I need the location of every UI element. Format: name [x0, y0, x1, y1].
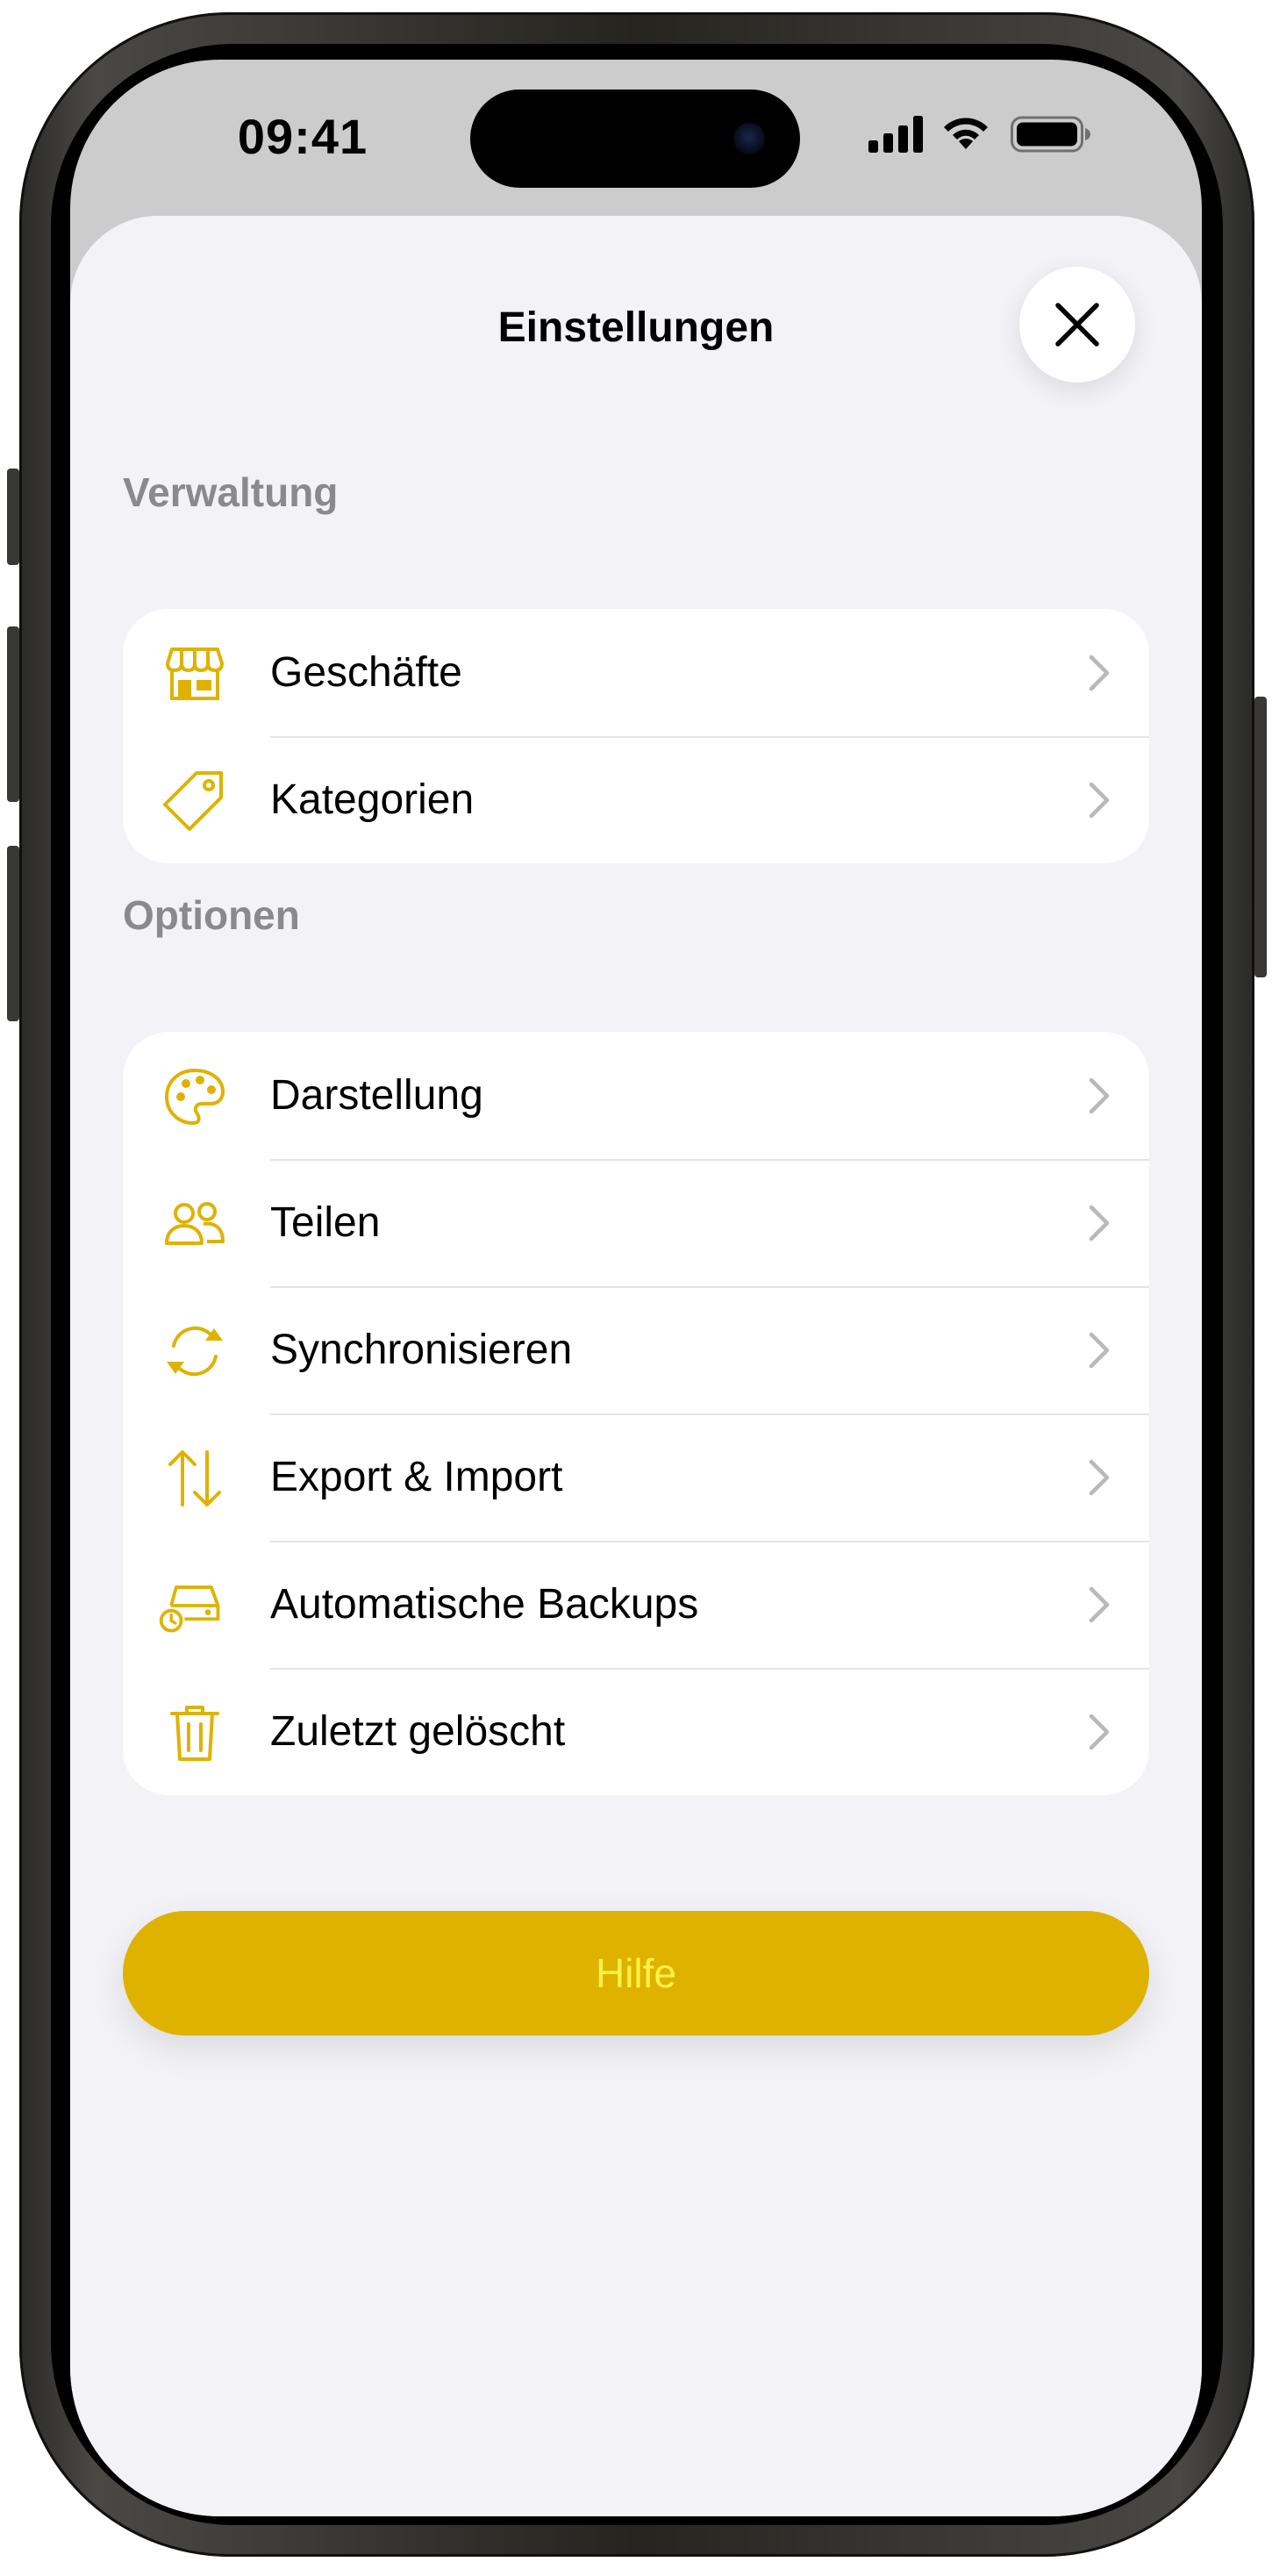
- volume-down-button: [7, 846, 19, 1021]
- tag-icon: [163, 769, 226, 833]
- chevron-right-icon: [1089, 1077, 1110, 1113]
- settings-row-label: Kategorien: [270, 776, 475, 823]
- backup-drive-icon: [159, 1574, 226, 1637]
- settings-row-auto-backups[interactable]: Automatische Backups: [123, 1541, 1149, 1668]
- chevron-right-icon: [1089, 1459, 1110, 1495]
- people-icon: [163, 1192, 226, 1256]
- settings-row-sync[interactable]: Synchronisieren: [123, 1286, 1149, 1413]
- sync-icon: [163, 1320, 226, 1383]
- section-header-verwaltung: Verwaltung: [123, 469, 339, 515]
- section-header-optionen: Optionen: [123, 892, 300, 938]
- settings-row-label: Darstellung: [270, 1072, 483, 1119]
- settings-row-label: Synchronisieren: [270, 1327, 573, 1373]
- settings-row-export-import[interactable]: Export & Import: [123, 1413, 1149, 1541]
- battery-icon: [1011, 116, 1090, 153]
- group-optionen: Darstellung Teilen Synchronisieren Expor…: [123, 1032, 1149, 1795]
- status-icons: [868, 112, 1091, 156]
- settings-row-label: Automatische Backups: [270, 1581, 699, 1628]
- arrows-up-down-icon: [163, 1447, 226, 1510]
- front-camera-icon: [733, 123, 765, 154]
- screen: 09:41 Einstellungen Verwaltung Geschäfte…: [70, 60, 1202, 2516]
- store-icon: [163, 642, 226, 705]
- settings-row-label: Geschäfte: [270, 649, 462, 696]
- settings-row-categories[interactable]: Kategorien: [123, 736, 1149, 863]
- close-button[interactable]: [1019, 267, 1135, 383]
- cellular-signal-icon: [868, 116, 923, 153]
- settings-row-label: Export & Import: [270, 1454, 563, 1500]
- group-verwaltung: Geschäfte Kategorien: [123, 609, 1149, 863]
- chevron-right-icon: [1089, 782, 1110, 818]
- help-button[interactable]: Hilfe: [123, 1911, 1149, 2036]
- settings-row-label: Teilen: [270, 1199, 381, 1246]
- chevron-right-icon: [1089, 1205, 1110, 1241]
- dynamic-island: [470, 89, 800, 188]
- volume-up-button: [7, 626, 19, 802]
- settings-row-recently-deleted[interactable]: Zuletzt gelöscht: [123, 1668, 1149, 1795]
- close-icon: [1055, 303, 1099, 347]
- wifi-icon: [944, 118, 988, 149]
- action-button: [7, 469, 19, 565]
- settings-row-share[interactable]: Teilen: [123, 1159, 1149, 1286]
- settings-row-label: Zuletzt gelöscht: [270, 1708, 566, 1755]
- power-button: [1254, 697, 1267, 977]
- chevron-right-icon: [1089, 1332, 1110, 1368]
- settings-row-appearance[interactable]: Darstellung: [123, 1032, 1149, 1159]
- chevron-right-icon: [1089, 1586, 1110, 1622]
- settings-sheet: Einstellungen Verwaltung Geschäfte Kateg…: [70, 216, 1202, 2516]
- chevron-right-icon: [1089, 1714, 1110, 1750]
- palette-icon: [163, 1065, 226, 1128]
- settings-row-stores[interactable]: Geschäfte: [123, 609, 1149, 736]
- trash-icon: [163, 1701, 226, 1764]
- chevron-right-icon: [1089, 655, 1110, 691]
- status-bar: 09:41: [70, 60, 1202, 214]
- status-time: 09:41: [237, 109, 368, 164]
